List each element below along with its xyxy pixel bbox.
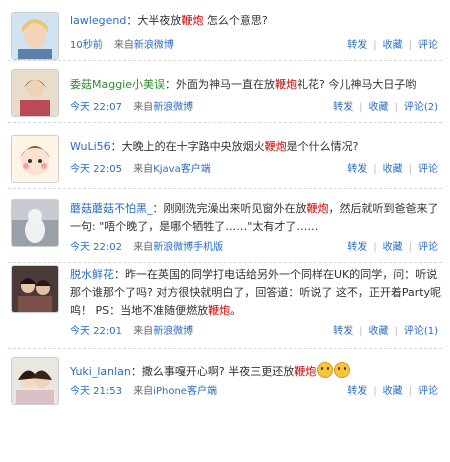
avatar[interactable]	[12, 13, 58, 59]
comment-button[interactable]: 评论	[418, 164, 438, 175]
username-link[interactable]: Yuki_lanlan	[70, 365, 131, 378]
comment-text: lawlegend：大半夜放鞭炮 怎么个意思?	[70, 12, 444, 30]
keyword-highlight[interactable]: 鞭炮	[265, 140, 287, 153]
repost-button[interactable]: 转发	[347, 386, 367, 397]
avatar[interactable]	[12, 200, 58, 246]
avatar[interactable]	[12, 358, 58, 404]
source-link[interactable]: 新浪微博	[134, 40, 174, 51]
divider	[8, 188, 442, 189]
source: 来自Kjava客户端	[133, 164, 211, 175]
divider	[8, 122, 442, 123]
repost-button[interactable]: 转发	[347, 242, 367, 253]
timestamp[interactable]: 今天 22:05	[70, 164, 122, 175]
username-link[interactable]: 委菇Maggie小美误	[70, 78, 165, 91]
keyword-highlight[interactable]: 鞭炮	[208, 304, 230, 317]
text-part: 怎么个意思?	[203, 14, 268, 27]
timestamp[interactable]: 今天 22:01	[70, 326, 122, 337]
text-part: 。	[230, 304, 242, 317]
emoji-icon	[317, 362, 334, 378]
text-part: 礼花? 今儿神马大日子哟	[297, 78, 417, 91]
username-link[interactable]: WuLi56	[70, 140, 111, 153]
divider	[8, 262, 442, 263]
meta-row: 10秒前 来自新浪微博 转发 | 收藏 | 评论	[70, 38, 444, 54]
source: 来自新浪微博手机版	[133, 242, 224, 253]
source-link[interactable]: 新浪微博	[153, 326, 193, 337]
action-bar: 转发 | 收藏 | 评论	[347, 40, 438, 51]
avatar[interactable]	[12, 136, 58, 182]
source: 来自iPhone客户端	[133, 386, 217, 397]
meta-row: 今天 21:53 来自iPhone客户端 转发 | 收藏 | 评论	[70, 384, 444, 400]
timestamp[interactable]: 10秒前	[70, 40, 103, 51]
favorite-button[interactable]: 收藏	[383, 386, 403, 397]
favorite-button[interactable]: 收藏	[383, 242, 403, 253]
keyword-highlight[interactable]: 鞭炮	[307, 202, 329, 215]
source-link[interactable]: Kjava客户端	[153, 164, 211, 175]
favorite-button[interactable]: 收藏	[383, 164, 403, 175]
text-part: ：大半夜放	[126, 14, 182, 27]
favorite-button[interactable]: 收藏	[368, 102, 388, 113]
comment-button[interactable]: 评论	[418, 386, 438, 397]
username-link[interactable]: 脱水鲜花	[70, 268, 114, 281]
comment-text: 脱水鲜花：昨一在英国的同学打电话给另外一个同样在UK的同学，问：听说那个谁那个了…	[70, 266, 444, 320]
comment-text: 委菇Maggie小美误：外面为神马一直在放鞭炮礼花? 今儿神马大日子哟	[70, 76, 444, 94]
meta-row: 今天 22:01 来自新浪微博 转发 | 收藏 | 评论(1)	[70, 324, 444, 340]
divider	[8, 60, 442, 61]
source-link[interactable]: 新浪微博	[153, 102, 193, 113]
action-bar: 转发 | 收藏 | 评论(1)	[333, 326, 438, 337]
comment-button[interactable]: 评论(1)	[404, 326, 438, 337]
keyword-highlight[interactable]: 鞭炮	[294, 365, 316, 378]
text-part: ：大晚上的在十字路中央放烟火	[110, 140, 265, 153]
action-bar: 转发 | 收藏 | 评论(2)	[333, 102, 438, 113]
username-link[interactable]: 蘑菇蘑菇不怕黑_	[70, 202, 153, 215]
emoji-icon	[334, 362, 351, 378]
action-bar: 转发 | 收藏 | 评论	[347, 242, 438, 253]
repost-button[interactable]: 转发	[333, 102, 353, 113]
action-bar: 转发 | 收藏 | 评论	[347, 386, 438, 397]
keyword-highlight[interactable]: 鞭炮	[181, 14, 203, 27]
source: 来自新浪微博	[133, 102, 194, 113]
meta-row: 今天 22:02 来自新浪微博手机版 转发 | 收藏 | 评论	[70, 240, 444, 256]
text-part: ：昨一在英国的同学打电话给另外一个同样在UK的同学，问：听说那个谁那个了吗? 对…	[70, 268, 442, 317]
comment-text: 蘑菇蘑菇不怕黑_：刚刚洗完澡出来听见窗外在放鞭炮，然后就听到爸爸来了一句: "唔…	[70, 200, 444, 236]
text-part: 是个什么情况?	[286, 140, 359, 153]
repost-button[interactable]: 转发	[347, 164, 367, 175]
repost-button[interactable]: 转发	[333, 326, 353, 337]
repost-button[interactable]: 转发	[347, 40, 367, 51]
source: 来自新浪微博	[133, 326, 194, 337]
username-link[interactable]: lawlegend	[70, 14, 126, 27]
favorite-button[interactable]: 收藏	[383, 40, 403, 51]
favorite-button[interactable]: 收藏	[368, 326, 388, 337]
text-part: ：撒么事嘎开心啊? 半夜三更还放	[130, 365, 295, 378]
keyword-highlight[interactable]: 鞭炮	[275, 78, 297, 91]
comment-text: WuLi56：大晚上的在十字路中央放烟火鞭炮是个什么情况?	[70, 138, 444, 156]
source-link[interactable]: iPhone客户端	[153, 386, 217, 397]
timestamp[interactable]: 今天 21:53	[70, 386, 122, 397]
meta-row: 今天 22:07 来自新浪微博 转发 | 收藏 | 评论(2)	[70, 100, 444, 116]
avatar[interactable]	[12, 70, 58, 116]
timestamp[interactable]: 今天 22:07	[70, 102, 122, 113]
divider	[8, 348, 442, 349]
text-part: ：外面为神马一直在放	[165, 78, 276, 91]
source: 来自新浪微博	[113, 40, 174, 51]
meta-row: 今天 22:05 来自Kjava客户端 转发 | 收藏 | 评论	[70, 162, 444, 178]
comment-button[interactable]: 评论	[418, 242, 438, 253]
comment-text: Yuki_lanlan：撒么事嘎开心啊? 半夜三更还放鞭炮	[70, 362, 444, 381]
text-part: ：刚刚洗完澡出来听见窗外在放	[152, 202, 307, 215]
comment-button[interactable]: 评论(2)	[404, 102, 438, 113]
comment-button[interactable]: 评论	[418, 40, 438, 51]
source-link[interactable]: 新浪微博手机版	[153, 242, 223, 253]
avatar[interactable]	[12, 266, 58, 312]
action-bar: 转发 | 收藏 | 评论	[347, 164, 438, 175]
timestamp[interactable]: 今天 22:02	[70, 242, 122, 253]
